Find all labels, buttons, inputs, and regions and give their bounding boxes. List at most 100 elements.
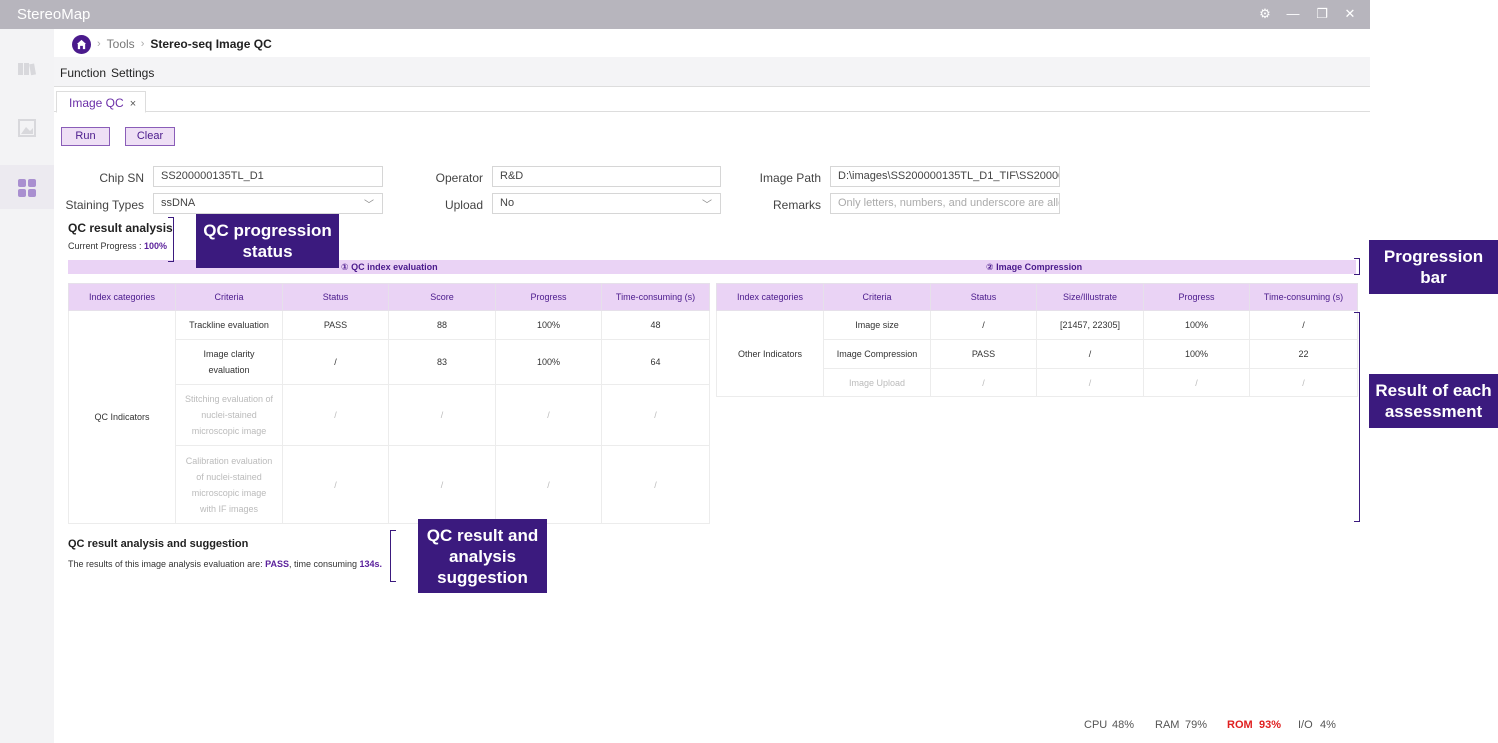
menu-bar: Function Settings — [54, 57, 1370, 87]
annotation-bracket — [168, 217, 174, 262]
run-button[interactable]: Run — [61, 127, 110, 146]
annotation-bracket — [1354, 258, 1360, 275]
sidebar — [0, 29, 54, 743]
cpu-label: CPU — [1084, 719, 1108, 731]
time-cell: / — [1249, 368, 1358, 397]
suggestion-mid: , time consuming — [288, 559, 360, 569]
progress-cell: / — [1143, 368, 1250, 397]
staining-types-label: Staining Types — [65, 198, 145, 212]
menu-function[interactable]: Function — [60, 66, 106, 80]
time-cell: / — [601, 384, 710, 446]
image-path-label: Image Path — [759, 171, 821, 185]
annotation-bracket — [390, 530, 396, 582]
progress-cell: 100% — [495, 339, 602, 385]
status-cell: PASS — [930, 339, 1037, 369]
progress-cell: 100% — [1143, 339, 1250, 369]
suggestion-time: 134s. — [359, 559, 383, 569]
image-path-input[interactable]: D:\images\SS200000135TL_D1_TIF\SS2000001… — [830, 166, 1060, 187]
tab-close-icon[interactable]: × — [130, 98, 136, 110]
suggestion-title: QC result analysis and suggestion — [68, 538, 249, 550]
cpu-value: 48% — [1112, 719, 1135, 731]
annotation-result-each: Result of each assessment — [1369, 374, 1498, 428]
remarks-label: Remarks — [772, 198, 821, 212]
table-header-row: Index categories Criteria Status Score P… — [68, 283, 710, 311]
criteria-cell: Trackline evaluation — [175, 310, 283, 340]
column-header: Time-consuming (s) — [1249, 283, 1358, 311]
breadcrumb-tools[interactable]: Tools — [107, 37, 135, 51]
annotation-suggestion: QC result and analysis suggestion — [418, 519, 547, 593]
progress-cell: / — [495, 445, 602, 524]
status-cell: / — [930, 310, 1037, 340]
column-header: Time-consuming (s) — [601, 283, 710, 311]
category-cell: QC Indicators — [68, 310, 176, 524]
column-header: Score — [388, 283, 496, 311]
table-header-row: Index categories Criteria Status Size/Il… — [716, 283, 1358, 311]
table-row: QC Indicators Trackline evaluation PASS … — [68, 310, 710, 524]
progress-cell: 100% — [1143, 310, 1250, 340]
main-content: › Tools › Stereo-seq Image QC Function S… — [54, 29, 1370, 743]
other-indicators-table: Index categories Criteria Status Size/Il… — [716, 283, 1358, 397]
app-title: StereoMap — [17, 6, 91, 23]
menu-settings[interactable]: Settings — [111, 66, 154, 80]
criteria-cell: Image size — [823, 310, 931, 340]
size-cell: / — [1036, 368, 1144, 397]
chevron-down-icon: ﹀ — [364, 200, 374, 211]
chevron-right-icon: › — [140, 38, 145, 50]
library-icon[interactable] — [16, 58, 38, 80]
tab-image-qc[interactable]: Image QC × — [56, 91, 146, 113]
qc-result-title: QC result analysis — [68, 221, 173, 235]
breadcrumb: › Tools › Stereo-seq Image QC — [72, 34, 272, 54]
step-qc-index-evaluation: ① QC index evaluation — [341, 262, 438, 272]
criteria-cell: Calibration evaluation of nuclei-stained… — [175, 445, 283, 524]
clear-button[interactable]: Clear — [125, 127, 175, 146]
size-cell: / — [1036, 339, 1144, 369]
operator-input[interactable]: R&D — [492, 166, 721, 187]
table-row: Other Indicators Image size / [21457, 22… — [716, 310, 1358, 397]
criteria-cell: Image Compression — [823, 339, 931, 369]
suggestion-result: PASS — [265, 559, 289, 569]
upload-select[interactable]: No ﹀ — [492, 193, 721, 214]
staining-types-select[interactable]: ssDNA ﹀ — [153, 193, 383, 214]
criteria-cell: Image clarity evaluation — [175, 339, 283, 385]
status-cell: / — [282, 445, 389, 524]
minimize-icon[interactable]: — — [1284, 5, 1302, 23]
column-header: Progress — [495, 283, 602, 311]
status-cell: / — [282, 339, 389, 385]
remarks-input[interactable]: Only letters, numbers, and underscore ar… — [830, 193, 1060, 214]
column-header: Status — [282, 283, 389, 311]
suggestion-text: The results of this image analysis evalu… — [68, 559, 382, 569]
home-icon[interactable] — [72, 34, 91, 54]
step-image-compression: ② Image Compression — [986, 262, 1083, 272]
time-cell: / — [601, 445, 710, 524]
staining-types-value: ssDNA — [161, 197, 196, 209]
chip-sn-label: Chip SN — [99, 171, 144, 185]
category-cell: Other Indicators — [716, 310, 824, 397]
ram-value: 79% — [1185, 719, 1208, 731]
settings-icon[interactable]: ⚙ — [1256, 5, 1274, 23]
status-cell: PASS — [282, 310, 389, 340]
image-icon[interactable] — [16, 117, 38, 139]
annotation-bracket — [1354, 312, 1360, 522]
column-header: Index categories — [68, 283, 176, 311]
criteria-cell: Image Upload — [823, 368, 931, 397]
restore-icon[interactable]: ❐ — [1313, 5, 1331, 23]
criteria-cell: Stitching evaluation of nuclei-stained m… — [175, 384, 283, 446]
chevron-right-icon: › — [97, 38, 101, 50]
chip-sn-input[interactable]: SS200000135TL_D1 — [153, 166, 383, 187]
annotation-progress-status: QC progression status — [196, 214, 339, 268]
io-value: 4% — [1320, 719, 1336, 731]
time-cell: 64 — [601, 339, 710, 385]
status-cell: / — [282, 384, 389, 446]
chevron-down-icon: ﹀ — [702, 200, 712, 211]
current-progress-value: 100% — [144, 241, 168, 251]
column-header: Criteria — [175, 283, 283, 311]
status-cell: / — [930, 368, 1037, 397]
rom-value: 93% — [1259, 719, 1282, 731]
close-icon[interactable]: ✕ — [1341, 5, 1359, 23]
column-header: Status — [930, 283, 1037, 311]
tools-grid-icon[interactable] — [16, 177, 38, 199]
current-progress-label: Current Progress : — [68, 241, 145, 251]
title-bar: StereoMap ⚙ — ❐ ✕ — [0, 0, 1370, 29]
tab-bar: Image QC × — [54, 91, 1370, 113]
column-header: Size/Illustrate — [1036, 283, 1144, 311]
